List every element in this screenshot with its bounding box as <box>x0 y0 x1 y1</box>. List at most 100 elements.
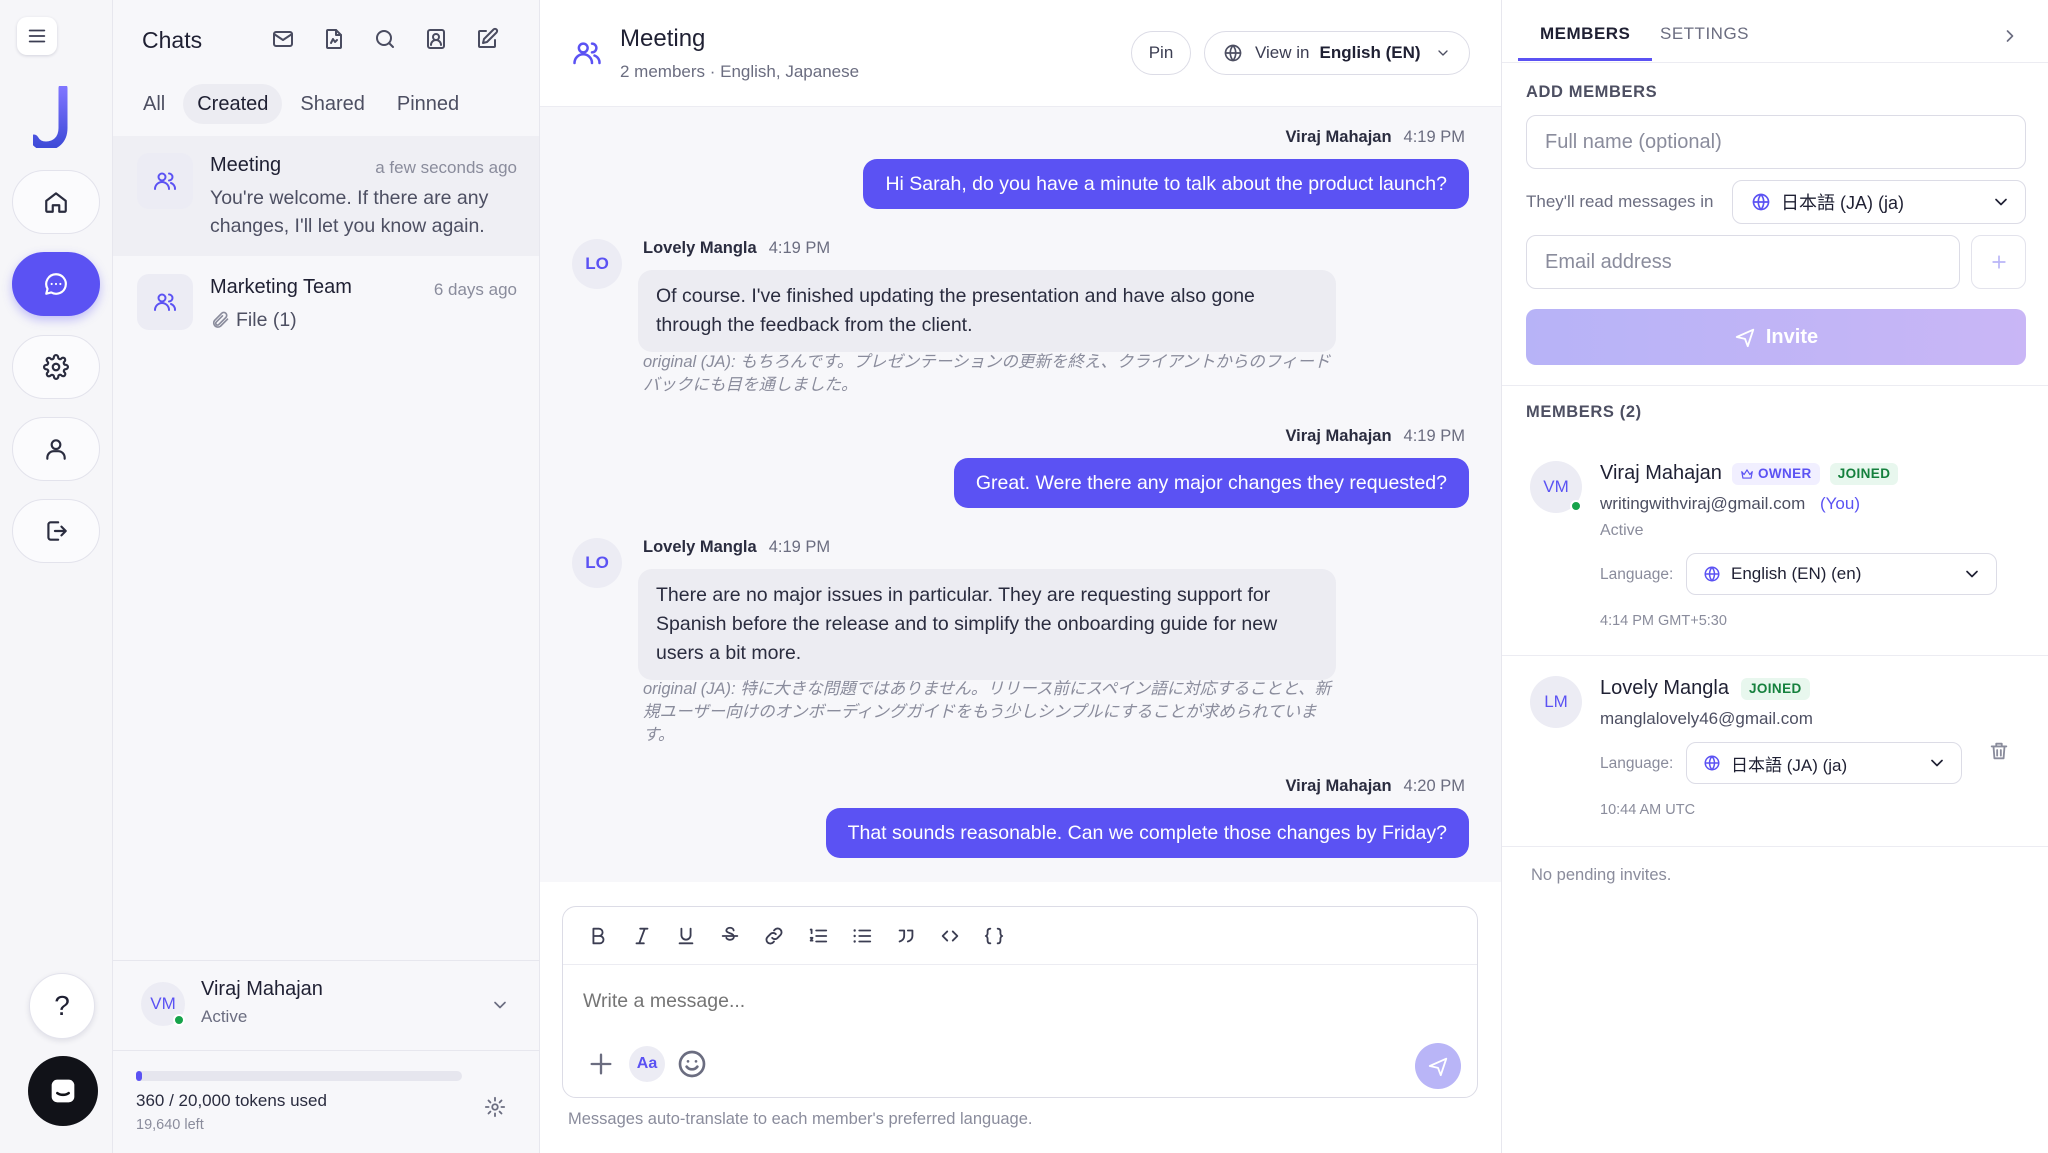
member-email: manglalovely46@gmail.com <box>1600 709 1813 728</box>
text-format-button[interactable]: Aa <box>629 1046 665 1082</box>
chat-item-meeting[interactable]: Meeting a few seconds ago You're welcome… <box>113 136 539 256</box>
conversation-subtitle: 2 members · English, Japanese <box>620 62 860 81</box>
strikethrough-icon[interactable] <box>715 921 745 951</box>
bullet-list-icon[interactable] <box>847 921 877 951</box>
filter-pinned[interactable]: Pinned <box>383 84 473 124</box>
help-label: ? <box>54 990 70 1021</box>
message-time: 4:19 PM <box>1403 427 1465 445</box>
member-status: Active <box>1600 522 1644 539</box>
chat-preview-row: File (1) <box>210 306 520 334</box>
chat-name: Meeting <box>210 154 282 176</box>
message-input[interactable] <box>583 981 1443 1021</box>
online-status-dot <box>173 1014 185 1026</box>
nav-logout-button[interactable] <box>12 499 100 563</box>
read-in-value: 日本語 (JA) (ja) <box>1781 193 1904 213</box>
user-status: Active <box>201 1007 248 1026</box>
support-chat-button[interactable] <box>28 1056 98 1126</box>
mail-icon[interactable] <box>270 26 296 52</box>
nav-home-button[interactable] <box>12 170 100 234</box>
nav-profile-button[interactable] <box>12 417 100 481</box>
email-input[interactable]: Email address <box>1526 235 1960 289</box>
chevron-down-icon[interactable] <box>490 995 510 1015</box>
add-email-button[interactable] <box>1971 235 2026 289</box>
member-divider <box>1502 846 2048 847</box>
section-divider <box>1502 385 2048 386</box>
filter-created[interactable]: Created <box>183 84 283 124</box>
gear-icon[interactable] <box>484 1096 506 1118</box>
message-sender: Lovely Mangla <box>643 239 757 257</box>
online-status-dot <box>1570 500 1582 512</box>
code-block-icon[interactable] <box>979 921 1009 951</box>
language-label: Language: <box>1600 755 1674 772</box>
chat-filters: All Created Shared Pinned <box>129 84 473 124</box>
message-sender: Viraj Mahajan <box>1285 128 1392 146</box>
chat-item-marketing-team[interactable]: Marketing Team 6 days ago File (1) <box>113 258 539 378</box>
message-bubble-outgoing: That sounds reasonable. Can we complete … <box>825 808 1469 858</box>
send-button[interactable] <box>1415 1043 1461 1089</box>
tab-settings[interactable]: SETTINGS <box>1660 24 1749 58</box>
nav-chats-button[interactable] <box>12 252 100 316</box>
menu-icon[interactable] <box>17 17 57 55</box>
group-icon <box>137 274 193 330</box>
member-local-time: 10:44 AM UTC <box>1600 802 1696 818</box>
current-user-bar[interactable]: VM Viraj Mahajan Active <box>113 960 539 1050</box>
full-name-input[interactable]: Full name (optional) <box>1526 115 2026 169</box>
filter-shared[interactable]: Shared <box>286 84 379 124</box>
message-sender: Lovely Mangla <box>643 538 757 556</box>
file-signature-icon[interactable] <box>321 26 347 52</box>
contacts-icon[interactable] <box>423 26 449 52</box>
invite-button[interactable]: Invite <box>1526 309 2026 365</box>
trash-icon[interactable] <box>1988 740 2010 762</box>
conversation-header: Meeting 2 members · English, Japanese Pi… <box>540 0 1501 107</box>
link-icon[interactable] <box>759 921 789 951</box>
member-language-select[interactable]: English (EN) (en) <box>1686 553 1997 595</box>
globe-icon <box>1704 755 1720 771</box>
message-composer: Aa <box>562 906 1478 1098</box>
member-row: VM Viraj Mahajan OWNER JOINED writingwit… <box>1502 440 2048 655</box>
filter-all[interactable]: All <box>129 84 179 124</box>
search-icon[interactable] <box>372 26 398 52</box>
quote-icon[interactable] <box>891 921 921 951</box>
pin-button[interactable]: Pin <box>1131 31 1191 75</box>
tab-members[interactable]: MEMBERS <box>1518 24 1653 61</box>
crown-icon <box>1741 468 1753 479</box>
message-bubble-incoming: There are no major issues in particular.… <box>638 569 1336 680</box>
avatar: LM <box>1530 676 1582 728</box>
token-progress-track <box>136 1071 462 1081</box>
code-icon[interactable] <box>935 921 965 951</box>
globe-icon <box>1704 566 1720 582</box>
avatar: LO <box>572 538 622 588</box>
pin-label: Pin <box>1148 43 1174 62</box>
bold-icon[interactable] <box>583 921 613 951</box>
globe-icon <box>1752 193 1770 211</box>
joined-badge: JOINED <box>1829 462 1899 485</box>
emoji-icon[interactable] <box>676 1048 708 1080</box>
chat-preview: File (1) <box>236 309 297 331</box>
read-in-language-select[interactable]: 日本語 (JA) (ja) <box>1732 180 2026 224</box>
member-local-time: 4:14 PM GMT+5:30 <box>1600 613 1727 629</box>
member-name: Viraj Mahajan <box>1600 462 1722 484</box>
read-in-label: They'll read messages in <box>1526 192 1714 211</box>
token-usage: 360 / 20,000 tokens used 19,640 left <box>113 1050 539 1153</box>
members-panel: MEMBERS SETTINGS ADD MEMBERS Full name (… <box>1502 0 2048 1153</box>
message-meta: Lovely Mangla 4:19 PM <box>643 239 830 258</box>
nav-settings-button[interactable] <box>12 335 100 399</box>
member-language-select[interactable]: 日本語 (JA) (ja) <box>1686 742 1962 784</box>
member-language: 日本語 (JA) (ja) <box>1731 755 1848 775</box>
no-pending-invites: No pending invites. <box>1531 866 1672 884</box>
message-time: 4:20 PM <box>1403 777 1465 795</box>
message-time: 4:19 PM <box>768 538 831 556</box>
underline-icon[interactable] <box>671 921 701 951</box>
plus-icon[interactable] <box>587 1050 615 1078</box>
compose-icon[interactable] <box>474 26 500 52</box>
send-icon <box>1735 328 1755 348</box>
help-button[interactable]: ? <box>29 973 95 1039</box>
message-bubble-incoming: Of course. I've finished updating the pr… <box>638 270 1336 352</box>
italic-icon[interactable] <box>627 921 657 951</box>
owner-badge-label: OWNER <box>1757 466 1812 481</box>
message-bubble-outgoing: Great. Were there any major changes they… <box>953 458 1469 508</box>
chevron-right-icon[interactable] <box>2000 26 2020 46</box>
logout-icon <box>47 521 67 541</box>
ordered-list-icon[interactable] <box>803 921 833 951</box>
view-in-language-select[interactable]: View in English (EN) <box>1204 31 1470 75</box>
